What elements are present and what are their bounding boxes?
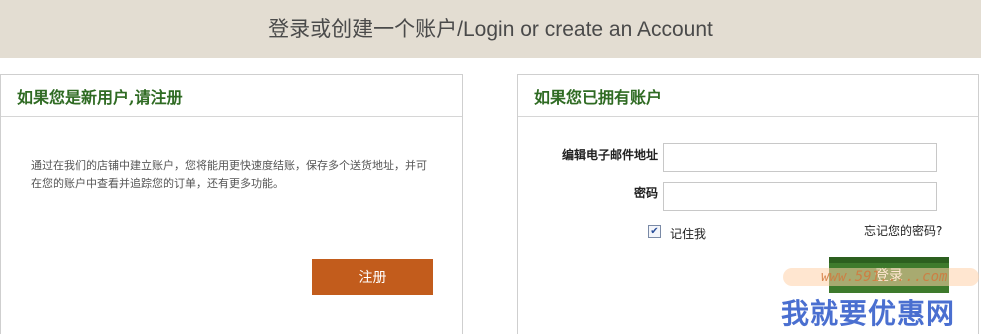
new-customer-panel: 如果您是新用户,请注册 通过在我们的店铺中建立账户，您将能用更快速度结账，保存多… [0, 74, 463, 334]
register-button[interactable]: 注册 [312, 259, 433, 295]
page-title: 登录或创建一个账户/Login or create an Account [268, 18, 713, 41]
page-header: 登录或创建一个账户/Login or create an Account [0, 0, 981, 58]
email-field[interactable] [663, 143, 937, 172]
checkmark-icon: ✔ [650, 225, 659, 237]
login-button-label: 登录 [875, 267, 903, 283]
password-label: 密码 [633, 186, 658, 200]
new-customer-intro: 通过在我们的店铺中建立账户，您将能用更快速度结账，保存多个送货地址，并可在您的账… [31, 159, 427, 190]
password-field[interactable] [663, 182, 937, 211]
remember-me-checkbox[interactable]: ✔ [648, 225, 661, 238]
email-label: 编辑电子邮件地址 [561, 148, 658, 162]
login-button-top-stripe [829, 257, 949, 263]
login-panel: 如果您已拥有账户 编辑电子邮件地址 密码 ✔ 记住我 忘记您的密码? 登录 [517, 74, 979, 334]
new-customer-title: 如果您是新用户,请注册 [1, 75, 462, 117]
login-button[interactable]: 登录 [829, 257, 949, 293]
remember-me-label: 记住我 [670, 227, 707, 241]
login-title: 如果您已拥有账户 [518, 75, 978, 117]
forgot-password-link[interactable]: 忘记您的密码? [864, 222, 942, 239]
